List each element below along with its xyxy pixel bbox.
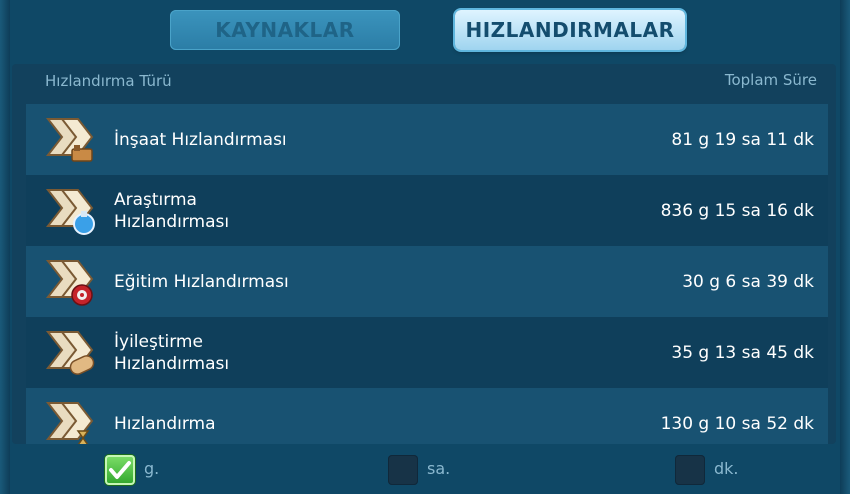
row-label: Araştırma Hızlandırması <box>114 189 230 232</box>
days-checkbox[interactable] <box>105 455 135 485</box>
checkmark-icon <box>109 461 131 479</box>
row-total-time: 30 g 6 sa 39 dk <box>682 271 814 292</box>
table-header: Hızlandırma Türü Toplam Süre <box>12 64 836 102</box>
table-row: İyileştirme Hızlandırması 35 g 13 sa 45 … <box>26 317 828 388</box>
time-unit-filter: g. sa. dk. <box>0 450 850 490</box>
table-row: Araştırma Hızlandırması 836 g 15 sa 16 d… <box>26 175 828 246</box>
header-speedup-type: Hızlandırma Türü <box>45 72 172 90</box>
row-label: İyileştirme Hızlandırması <box>114 331 230 374</box>
hours-checkbox[interactable] <box>388 455 418 485</box>
row-total-time: 81 g 19 sa 11 dk <box>671 129 814 150</box>
row-label: Hızlandırma <box>114 413 216 434</box>
row-label: Eğitim Hızlandırması <box>114 271 289 292</box>
universal-speedup-icon <box>44 397 98 444</box>
healing-speedup-icon <box>44 326 98 378</box>
minutes-label: dk. <box>714 459 739 478</box>
row-total-time: 35 g 13 sa 45 dk <box>671 342 814 363</box>
days-label: g. <box>144 459 160 478</box>
tab-bar: KAYNAKLAR HIZLANDIRMALAR <box>0 10 850 52</box>
training-speedup-icon <box>44 255 98 307</box>
minutes-checkbox[interactable] <box>675 455 705 485</box>
speedup-panel: Hızlandırma Türü Toplam Süre İnşaat Hızl… <box>12 64 836 444</box>
research-speedup-icon <box>44 184 98 236</box>
hours-label: sa. <box>427 459 451 478</box>
speedup-list[interactable]: İnşaat Hızlandırması 81 g 19 sa 11 dk Ar… <box>26 104 828 444</box>
row-label: İnşaat Hızlandırması <box>114 129 287 150</box>
table-row: Hızlandırma 130 g 10 sa 52 dk <box>26 388 828 444</box>
tab-resources[interactable]: KAYNAKLAR <box>170 10 400 50</box>
table-row: İnşaat Hızlandırması 81 g 19 sa 11 dk <box>26 104 828 175</box>
frame-left-border <box>0 0 10 494</box>
row-total-time: 836 g 15 sa 16 dk <box>660 200 814 221</box>
construction-speedup-icon <box>44 113 98 165</box>
row-total-time: 130 g 10 sa 52 dk <box>660 413 814 434</box>
table-row: Eğitim Hızlandırması 30 g 6 sa 39 dk <box>26 246 828 317</box>
tab-speedups[interactable]: HIZLANDIRMALAR <box>455 10 685 50</box>
frame-right-border <box>840 0 850 494</box>
header-total-time: Toplam Süre <box>724 71 817 89</box>
